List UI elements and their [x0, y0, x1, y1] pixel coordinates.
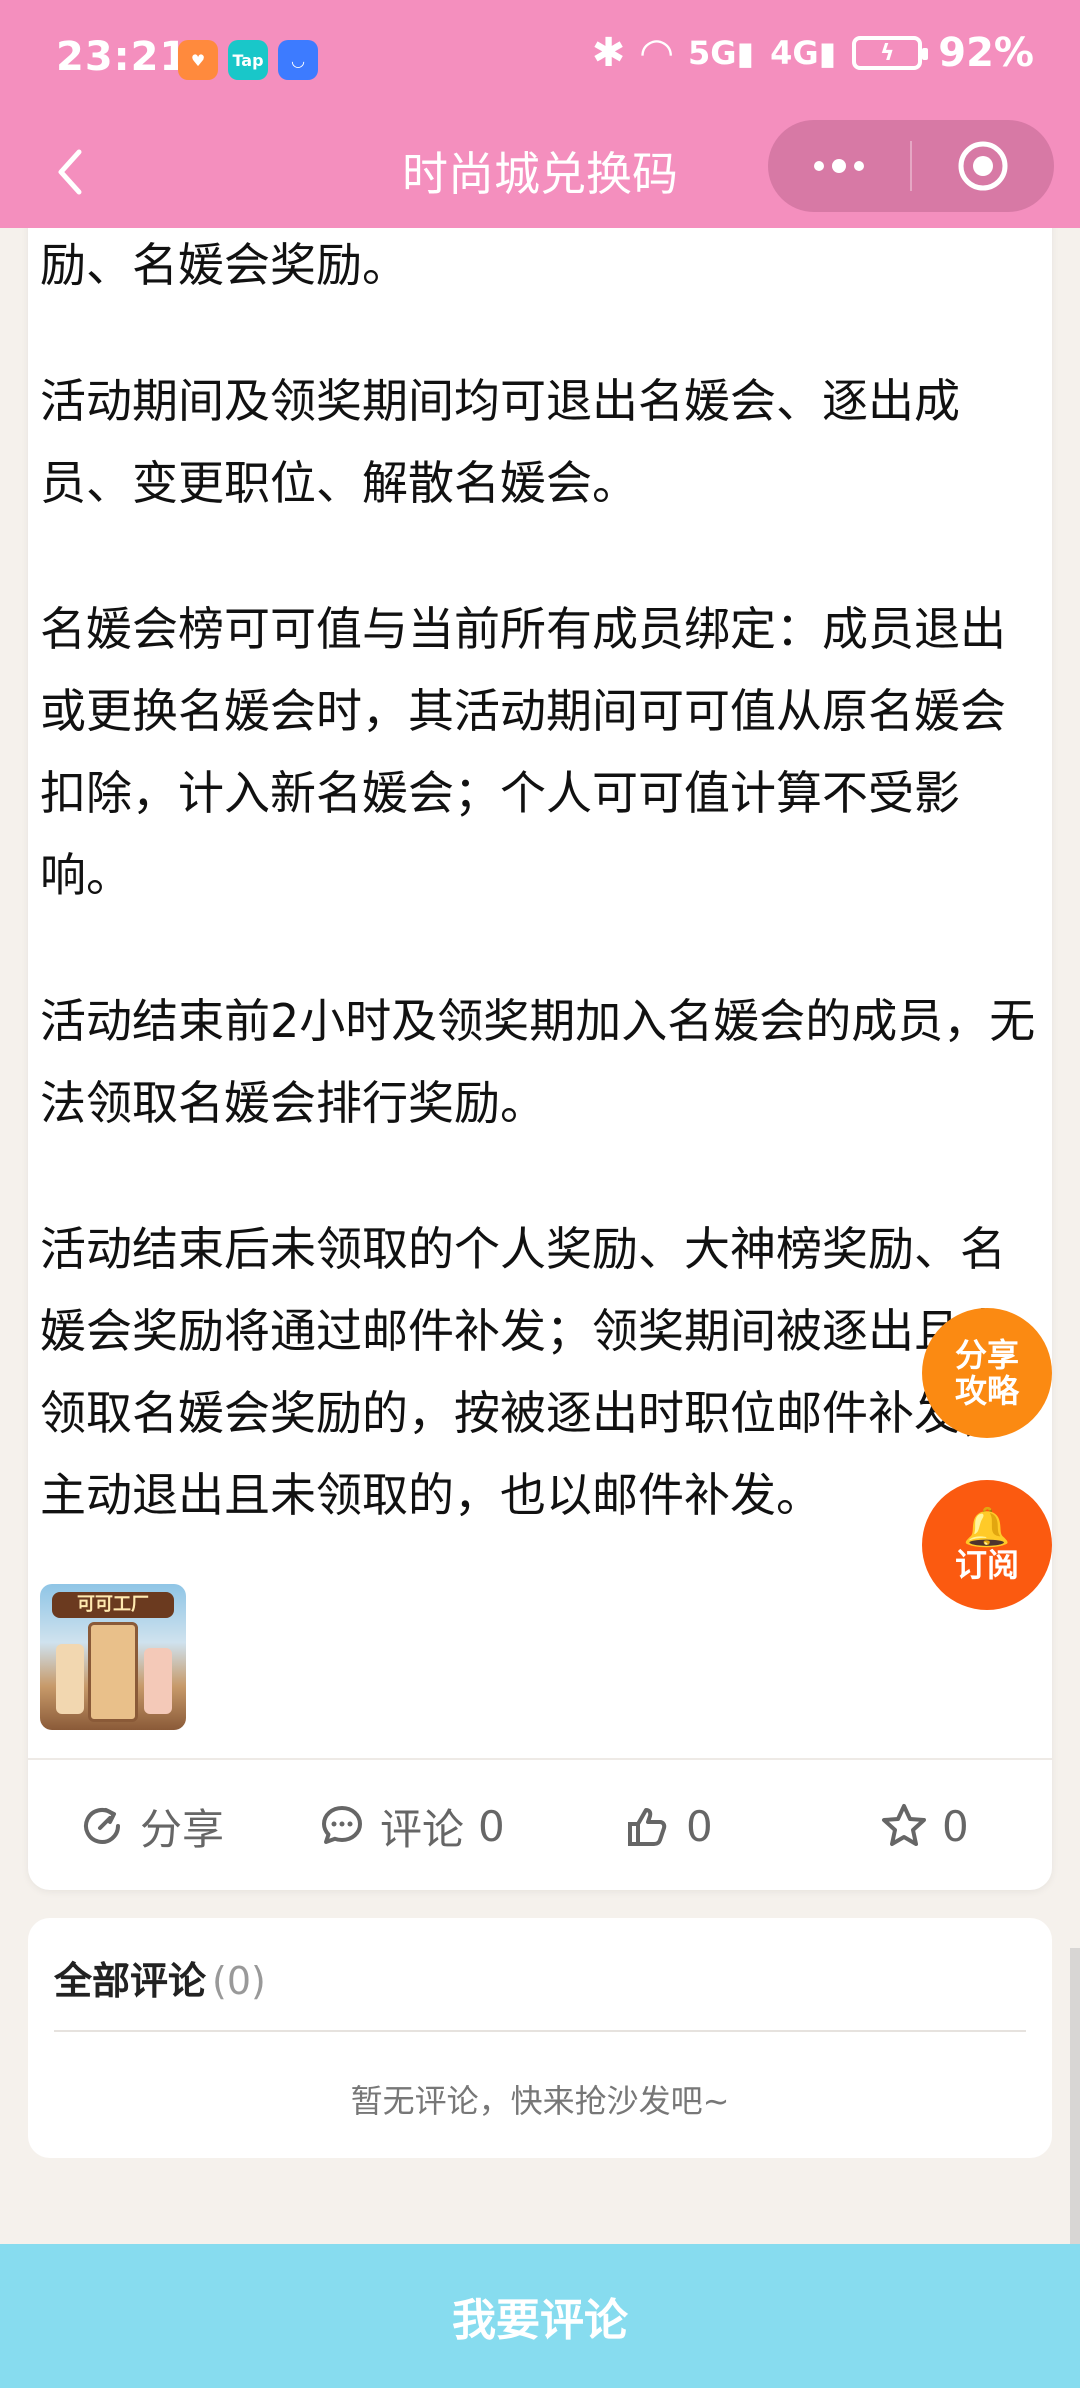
thumbs-up-icon	[628, 1808, 667, 1846]
signal-5g: 5G▮	[687, 34, 755, 72]
subscribe-button[interactable]: 🔔 订阅	[922, 1480, 1052, 1610]
taptap-icon: Tap	[228, 40, 268, 80]
comment-icon	[322, 1806, 362, 1844]
bluetooth-icon: ✱	[591, 30, 626, 76]
status-bar: 23:21 ♥ Tap ◡ ✱ ◠ 5G▮ 4G▮ ϟ 92%	[0, 0, 1080, 120]
close-button[interactable]	[912, 120, 1054, 212]
like-count: 0	[686, 1801, 713, 1851]
share-guide-label: 攻略	[954, 1372, 1019, 1410]
bell-icon: 🔔	[963, 1505, 1011, 1549]
wifi-icon: ◠	[641, 30, 672, 76]
more-dots-icon	[814, 159, 864, 173]
article-thumbnail[interactable]: 可可工厂	[40, 1584, 186, 1730]
write-comment-label: 我要评论	[452, 2295, 628, 2346]
more-button[interactable]	[768, 120, 910, 212]
comment-count: 0	[478, 1801, 505, 1851]
comment-action[interactable]: 评论 0	[318, 1760, 505, 1892]
like-action[interactable]: 0	[624, 1760, 713, 1892]
thumbnail-figure	[56, 1644, 84, 1714]
comments-header: 全部评论 (0)	[54, 1950, 266, 2005]
thumbnail-figure	[144, 1648, 172, 1714]
share-action[interactable]: 分享	[78, 1760, 224, 1892]
scrollbar[interactable]	[1070, 1948, 1080, 2244]
comments-count: (0)	[212, 1959, 266, 2003]
star-icon	[882, 1804, 926, 1846]
thumbnail-title: 可可工厂	[52, 1592, 174, 1618]
app-heart-icon: ♥	[178, 40, 218, 80]
subscribe-label: 订阅	[954, 1546, 1019, 1584]
comments-empty-text: 暂无评论，快来抢沙发吧~	[350, 2082, 730, 2120]
network2-label: 4G	[770, 34, 819, 72]
mini-program-capsule	[768, 120, 1054, 212]
share-guide-button[interactable]: 分享 攻略	[922, 1308, 1052, 1438]
comments-title: 全部评论	[54, 1959, 207, 2003]
article-paragraph: 活动结束前2小时及领奖期加入名媛会的成员，无法领取名媛会排行奖励。	[40, 994, 1036, 1130]
status-time: 23:21	[56, 34, 189, 80]
favorite-action[interactable]: 0	[880, 1760, 969, 1892]
comments-divider	[54, 2030, 1026, 2032]
status-right: ✱ ◠ 5G▮ 4G▮ ϟ 92%	[592, 30, 1034, 76]
share-icon	[84, 1808, 120, 1844]
article-paragraph: 名媛会榜可可值与当前所有成员绑定：成员退出或更换名媛会时，其活动期间可可值从原名…	[40, 602, 1006, 902]
article-paragraph: 活动期间及领奖期间均可退出名媛会、逐出成员、变更职位、解散名媛会。	[40, 374, 960, 510]
network-label: 5G	[687, 34, 737, 72]
battery-percent: 92%	[938, 30, 1034, 76]
target-icon	[958, 141, 1008, 191]
nav-bar: 时尚城兑换码	[0, 120, 1080, 228]
share-label: 分享	[140, 1804, 225, 1854]
signal-4g: 4G▮	[770, 34, 837, 72]
status-app-icons: ♥ Tap ◡	[178, 40, 318, 80]
article-card: 励、名媛会奖励。 活动期间及领奖期间均可退出名媛会、逐出成员、变更职位、解散名媛…	[28, 200, 1052, 1890]
favorite-count: 0	[942, 1801, 969, 1851]
market-icon: ◡	[278, 40, 318, 80]
article-actions: 分享 评论 0 0 0	[28, 1758, 1052, 1890]
taptap-label: Tap	[232, 50, 264, 70]
battery-icon: ϟ	[852, 36, 929, 70]
comment-label: 评论	[380, 1804, 465, 1854]
write-comment-button[interactable]: 我要评论	[0, 2244, 1080, 2388]
article-paragraph: 励、名媛会奖励。	[40, 238, 408, 292]
comments-card: 全部评论 (0) 暂无评论，快来抢沙发吧~	[28, 1918, 1052, 2158]
share-guide-label: 分享	[954, 1336, 1019, 1374]
thumbnail-building	[88, 1622, 138, 1722]
article-paragraph: 活动结束后未领取的个人奖励、大神榜奖励、名媛会奖励将通过邮件补发；领奖期间被逐出…	[40, 1222, 1006, 1522]
top-bar: 23:21 ♥ Tap ◡ ✱ ◠ 5G▮ 4G▮ ϟ 92% 时尚城兑换码	[0, 0, 1080, 228]
